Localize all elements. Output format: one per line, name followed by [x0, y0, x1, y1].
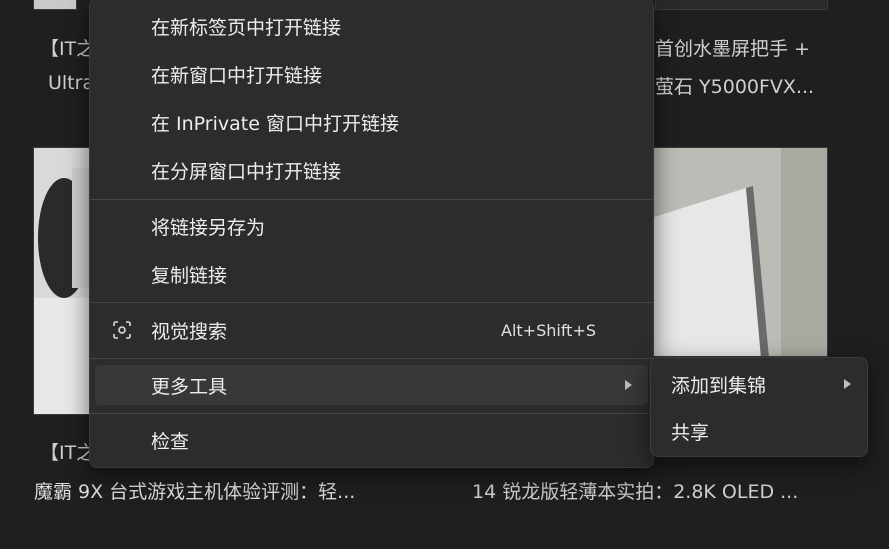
thumbnail-top-right[interactable]	[655, 0, 828, 10]
menu-item-inspect[interactable]: 检查	[95, 420, 648, 460]
card-title-fragment[interactable]: 萤石 Y5000FVX...	[655, 72, 814, 99]
menu-item-label: 视觉搜索	[151, 320, 228, 343]
menu-divider	[90, 199, 653, 200]
card-title-fragment[interactable]: 首创水墨屏把手 +	[655, 34, 810, 61]
submenu-item-add-to-collections[interactable]: 添加到集锦	[655, 364, 863, 404]
menu-item-label: 在分屏窗口中打开链接	[151, 160, 342, 183]
thumbnail-laptop[interactable]	[650, 147, 828, 357]
menu-item-open-inprivate[interactable]: 在 InPrivate 窗口中打开链接	[95, 102, 648, 142]
menu-item-label: 在 InPrivate 窗口中打开链接	[151, 112, 399, 135]
submenu-item-share[interactable]: 共享	[655, 411, 863, 451]
menu-item-open-new-window[interactable]: 在新窗口中打开链接	[95, 54, 648, 94]
menu-divider	[90, 413, 653, 414]
card-title-fragment[interactable]: 【IT之	[40, 438, 95, 465]
more-tools-submenu: 添加到集锦 共享	[650, 357, 868, 457]
menu-item-label: 将链接另存为	[151, 216, 266, 239]
menu-item-label: 检查	[151, 430, 190, 453]
submenu-item-label: 共享	[671, 421, 710, 444]
menu-item-copy-link[interactable]: 复制链接	[95, 254, 648, 294]
thumbnail-headphones[interactable]	[33, 147, 91, 415]
menu-item-open-split-screen[interactable]: 在分屏窗口中打开链接	[95, 150, 648, 190]
card-title-fragment[interactable]: 【IT之	[40, 34, 95, 61]
chevron-right-icon	[625, 380, 632, 390]
headphones-photo	[34, 148, 90, 414]
card-caption-left[interactable]: 魔霸 9X 台式游戏主机体验评测：轻...	[34, 477, 355, 504]
menu-item-save-link-as[interactable]: 将链接另存为	[95, 206, 648, 246]
menu-item-label: 在新标签页中打开链接	[151, 16, 342, 39]
card-title-fragment[interactable]: Ultra	[48, 72, 94, 94]
menu-item-label: 在新窗口中打开链接	[151, 64, 323, 87]
submenu-item-label: 添加到集锦	[671, 374, 767, 397]
menu-divider	[90, 358, 653, 359]
menu-item-open-new-tab[interactable]: 在新标签页中打开链接	[95, 6, 648, 46]
chevron-right-icon	[844, 379, 851, 389]
keyboard-shortcut: Alt+Shift+S	[501, 320, 596, 340]
card-caption-right[interactable]: 14 锐龙版轻薄本实拍：2.8K OLED ...	[472, 477, 798, 504]
menu-item-visual-search[interactable]: 视觉搜索 Alt+Shift+S	[95, 310, 648, 350]
laptop-photo	[651, 148, 827, 356]
menu-item-label: 更多工具	[151, 375, 228, 398]
visual-search-icon	[111, 319, 133, 341]
thumbnail-top-left[interactable]	[33, 0, 77, 10]
context-menu: 在新标签页中打开链接 在新窗口中打开链接 在 InPrivate 窗口中打开链接…	[89, 0, 654, 468]
menu-item-label: 复制链接	[151, 264, 228, 287]
menu-item-more-tools[interactable]: 更多工具	[95, 365, 648, 405]
menu-divider	[90, 302, 653, 303]
